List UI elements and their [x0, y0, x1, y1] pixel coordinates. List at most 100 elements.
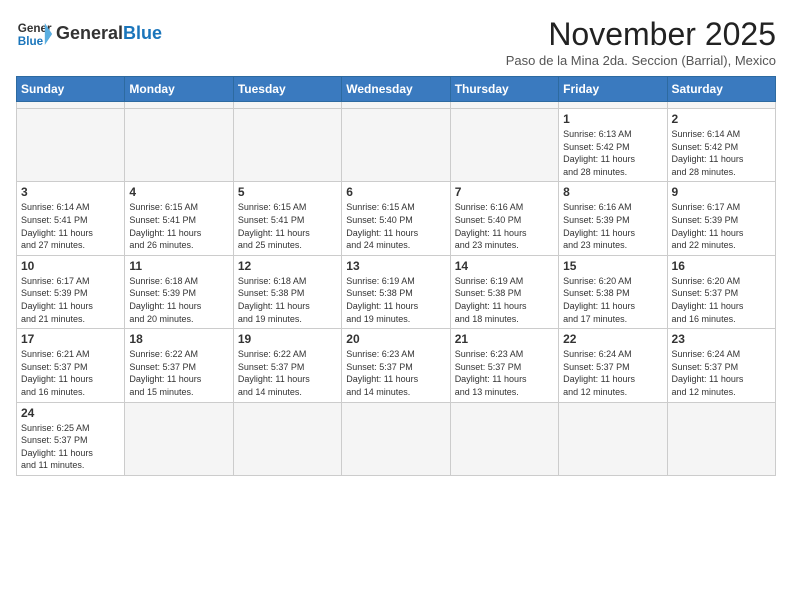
calendar-cell: 4 Sunrise: 6:15 AM Sunset: 5:41 PM Daylig… — [125, 182, 233, 255]
logo: General Blue GeneralBlue — [16, 16, 162, 52]
day-info: Sunrise: 6:17 AM Sunset: 5:39 PM Dayligh… — [21, 275, 120, 325]
day-number: 5 — [238, 185, 337, 199]
calendar-cell: 20 Sunrise: 6:23 AM Sunset: 5:37 PM Dayli… — [342, 329, 450, 402]
day-info: Sunrise: 6:24 AM Sunset: 5:37 PM Dayligh… — [672, 348, 771, 398]
logo-text: GeneralBlue — [56, 24, 162, 44]
day-info: Sunrise: 6:19 AM Sunset: 5:38 PM Dayligh… — [455, 275, 554, 325]
day-info: Sunrise: 6:23 AM Sunset: 5:37 PM Dayligh… — [346, 348, 445, 398]
calendar-cell: 17 Sunrise: 6:21 AM Sunset: 5:37 PM Dayli… — [17, 329, 125, 402]
calendar-cell — [342, 102, 450, 109]
calendar-week-row: 1 Sunrise: 6:13 AM Sunset: 5:42 PM Daylig… — [17, 109, 776, 182]
weekday-header-monday: Monday — [125, 77, 233, 102]
day-number: 16 — [672, 259, 771, 273]
weekday-header-wednesday: Wednesday — [342, 77, 450, 102]
calendar-cell: 3 Sunrise: 6:14 AM Sunset: 5:41 PM Daylig… — [17, 182, 125, 255]
day-number: 12 — [238, 259, 337, 273]
day-number: 21 — [455, 332, 554, 346]
weekday-header-friday: Friday — [559, 77, 667, 102]
page-header: General Blue GeneralBlue November 2025 P… — [16, 16, 776, 68]
day-number: 9 — [672, 185, 771, 199]
calendar-cell: 8 Sunrise: 6:16 AM Sunset: 5:39 PM Daylig… — [559, 182, 667, 255]
day-number: 3 — [21, 185, 120, 199]
calendar-cell: 15 Sunrise: 6:20 AM Sunset: 5:38 PM Dayli… — [559, 255, 667, 328]
day-info: Sunrise: 6:24 AM Sunset: 5:37 PM Dayligh… — [563, 348, 662, 398]
logo-icon: General Blue — [16, 16, 52, 52]
calendar-week-row: 24 Sunrise: 6:25 AM Sunset: 5:37 PM Dayli… — [17, 402, 776, 475]
title-block: November 2025 Paso de la Mina 2da. Secci… — [506, 16, 776, 68]
calendar-cell: 23 Sunrise: 6:24 AM Sunset: 5:37 PM Dayli… — [667, 329, 775, 402]
calendar-cell: 10 Sunrise: 6:17 AM Sunset: 5:39 PM Dayli… — [17, 255, 125, 328]
day-info: Sunrise: 6:14 AM Sunset: 5:41 PM Dayligh… — [21, 201, 120, 251]
day-number: 17 — [21, 332, 120, 346]
day-info: Sunrise: 6:23 AM Sunset: 5:37 PM Dayligh… — [455, 348, 554, 398]
day-info: Sunrise: 6:19 AM Sunset: 5:38 PM Dayligh… — [346, 275, 445, 325]
calendar-cell: 11 Sunrise: 6:18 AM Sunset: 5:39 PM Dayli… — [125, 255, 233, 328]
calendar-cell: 22 Sunrise: 6:24 AM Sunset: 5:37 PM Dayli… — [559, 329, 667, 402]
calendar-cell — [125, 402, 233, 475]
day-number: 6 — [346, 185, 445, 199]
day-number: 22 — [563, 332, 662, 346]
day-info: Sunrise: 6:22 AM Sunset: 5:37 PM Dayligh… — [238, 348, 337, 398]
day-number: 20 — [346, 332, 445, 346]
day-number: 4 — [129, 185, 228, 199]
weekday-header-row: SundayMondayTuesdayWednesdayThursdayFrid… — [17, 77, 776, 102]
day-info: Sunrise: 6:20 AM Sunset: 5:38 PM Dayligh… — [563, 275, 662, 325]
day-info: Sunrise: 6:15 AM Sunset: 5:41 PM Dayligh… — [129, 201, 228, 251]
calendar-cell — [450, 109, 558, 182]
calendar-cell — [450, 102, 558, 109]
calendar-cell — [667, 102, 775, 109]
day-number: 24 — [21, 406, 120, 420]
calendar-cell: 13Sunrise: 6:19 AM Sunset: 5:38 PM Dayli… — [342, 255, 450, 328]
day-number: 15 — [563, 259, 662, 273]
day-info: Sunrise: 6:22 AM Sunset: 5:37 PM Dayligh… — [129, 348, 228, 398]
calendar-cell: 1 Sunrise: 6:13 AM Sunset: 5:42 PM Daylig… — [559, 109, 667, 182]
weekday-header-sunday: Sunday — [17, 77, 125, 102]
svg-text:Blue: Blue — [18, 35, 44, 48]
month-title: November 2025 — [506, 16, 776, 53]
calendar-cell — [125, 109, 233, 182]
calendar-cell — [667, 402, 775, 475]
calendar-cell — [342, 402, 450, 475]
day-info: Sunrise: 6:15 AM Sunset: 5:40 PM Dayligh… — [346, 201, 445, 251]
calendar-table: SundayMondayTuesdayWednesdayThursdayFrid… — [16, 76, 776, 476]
day-info: Sunrise: 6:13 AM Sunset: 5:42 PM Dayligh… — [563, 128, 662, 178]
day-number: 23 — [672, 332, 771, 346]
calendar-cell — [559, 102, 667, 109]
day-info: Sunrise: 6:16 AM Sunset: 5:40 PM Dayligh… — [455, 201, 554, 251]
calendar-cell — [450, 402, 558, 475]
weekday-header-saturday: Saturday — [667, 77, 775, 102]
day-info: Sunrise: 6:18 AM Sunset: 5:38 PM Dayligh… — [238, 275, 337, 325]
calendar-cell: 7Sunrise: 6:16 AM Sunset: 5:40 PM Daylig… — [450, 182, 558, 255]
calendar-cell: 18 Sunrise: 6:22 AM Sunset: 5:37 PM Dayli… — [125, 329, 233, 402]
calendar-cell: 9 Sunrise: 6:17 AM Sunset: 5:39 PM Daylig… — [667, 182, 775, 255]
calendar-cell: 5 Sunrise: 6:15 AM Sunset: 5:41 PM Daylig… — [233, 182, 341, 255]
day-info: Sunrise: 6:20 AM Sunset: 5:37 PM Dayligh… — [672, 275, 771, 325]
weekday-header-thursday: Thursday — [450, 77, 558, 102]
location-subtitle: Paso de la Mina 2da. Seccion (Barrial), … — [506, 53, 776, 68]
day-number: 8 — [563, 185, 662, 199]
calendar-cell — [233, 102, 341, 109]
calendar-week-row: 17 Sunrise: 6:21 AM Sunset: 5:37 PM Dayli… — [17, 329, 776, 402]
calendar-cell: 2Sunrise: 6:14 AM Sunset: 5:42 PM Daylig… — [667, 109, 775, 182]
calendar-cell — [233, 402, 341, 475]
calendar-cell — [17, 109, 125, 182]
day-info: Sunrise: 6:25 AM Sunset: 5:37 PM Dayligh… — [21, 422, 120, 472]
day-info: Sunrise: 6:15 AM Sunset: 5:41 PM Dayligh… — [238, 201, 337, 251]
day-info: Sunrise: 6:18 AM Sunset: 5:39 PM Dayligh… — [129, 275, 228, 325]
day-number: 18 — [129, 332, 228, 346]
day-number: 11 — [129, 259, 228, 273]
day-info: Sunrise: 6:14 AM Sunset: 5:42 PM Dayligh… — [672, 128, 771, 178]
day-number: 19 — [238, 332, 337, 346]
calendar-cell: 6 Sunrise: 6:15 AM Sunset: 5:40 PM Daylig… — [342, 182, 450, 255]
day-number: 1 — [563, 112, 662, 126]
calendar-cell — [17, 102, 125, 109]
day-number: 10 — [21, 259, 120, 273]
calendar-cell: 21 Sunrise: 6:23 AM Sunset: 5:37 PM Dayli… — [450, 329, 558, 402]
weekday-header-tuesday: Tuesday — [233, 77, 341, 102]
day-info: Sunrise: 6:16 AM Sunset: 5:39 PM Dayligh… — [563, 201, 662, 251]
day-info: Sunrise: 6:21 AM Sunset: 5:37 PM Dayligh… — [21, 348, 120, 398]
calendar-cell — [233, 109, 341, 182]
day-info: Sunrise: 6:17 AM Sunset: 5:39 PM Dayligh… — [672, 201, 771, 251]
calendar-cell: 14Sunrise: 6:19 AM Sunset: 5:38 PM Dayli… — [450, 255, 558, 328]
calendar-week-row: 10 Sunrise: 6:17 AM Sunset: 5:39 PM Dayli… — [17, 255, 776, 328]
